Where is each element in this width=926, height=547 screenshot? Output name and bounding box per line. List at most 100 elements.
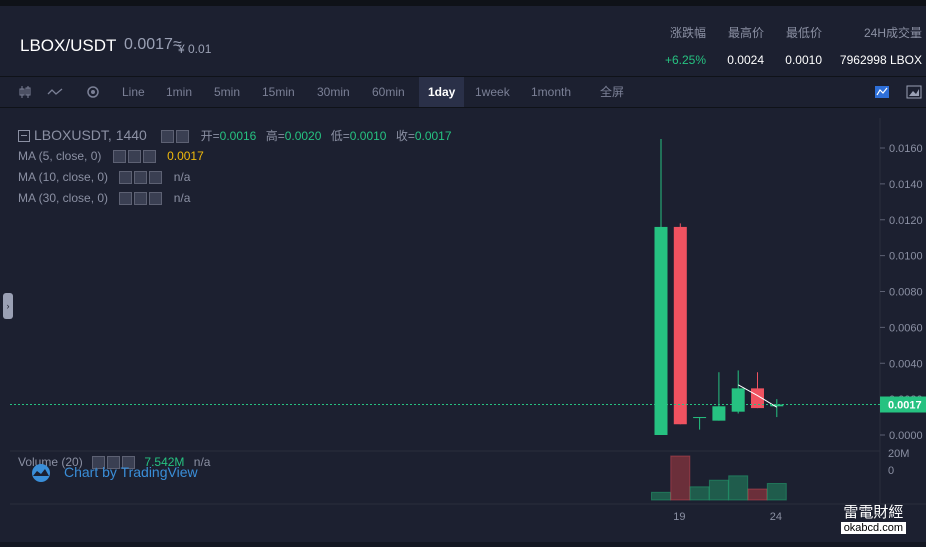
tradingview-logo-icon: [28, 464, 54, 483]
low-value: 0.0010: [785, 53, 822, 67]
candle-up: [712, 406, 726, 421]
volume-bar-up: [708, 479, 729, 501]
last-price: 0.0017≈: [124, 36, 182, 53]
close-icon[interactable]: [149, 192, 163, 206]
high-label: 最高价: [727, 26, 764, 40]
settings-icon[interactable]: [86, 77, 100, 107]
y-tick-label: 0.0160: [889, 143, 923, 155]
interval-15min[interactable]: 15min: [262, 77, 295, 107]
ma10-value: n/a: [173, 170, 191, 184]
change-value: +6.25%: [664, 53, 706, 67]
gear-icon[interactable]: [134, 192, 148, 206]
volume-bar-up: [766, 483, 787, 501]
collapse-icon[interactable]: [18, 130, 30, 143]
high-label-legend: 高=: [265, 129, 285, 143]
candle-down: [673, 226, 687, 425]
y-tick-label: 0.0040: [889, 358, 923, 370]
ma30-legend: MA (30, close, 0) n/a: [18, 191, 191, 206]
time-axis: 19 24: [673, 511, 782, 523]
last-price-line: 0.0017: [10, 396, 926, 413]
eye-icon[interactable]: [160, 129, 174, 143]
chart-toolbar: Line 1min 5min 15min 30min 60min 1day 1w…: [0, 77, 926, 108]
open-label: 开=: [200, 129, 220, 143]
volume-label: 24H成交量: [863, 26, 922, 40]
line-chart-icon[interactable]: [47, 77, 63, 107]
eye-icon[interactable]: [119, 192, 133, 206]
symbol-label: LBOXUSDT, 1440: [34, 127, 147, 143]
volume-bar-down: [747, 488, 768, 501]
candlestick-icon[interactable]: [18, 77, 32, 107]
interval-5min[interactable]: 5min: [214, 77, 240, 107]
x-tick-label: 24: [770, 511, 782, 523]
low-stat: 最低价 0.0010: [780, 24, 822, 67]
high-stat: 最高价 0.0024: [722, 24, 764, 67]
watermark-domain: okabcd.com: [840, 522, 906, 534]
y-tick-label: 0.0060: [889, 322, 923, 334]
gear-icon[interactable]: [127, 150, 141, 164]
cny-price: ¥ 0.01: [178, 42, 212, 56]
ma5-label: MA (5, close, 0): [18, 149, 102, 163]
x-tick-label: 19: [673, 511, 685, 523]
watermark: 雷電財經 okabcd.com: [840, 501, 906, 534]
ma10-legend: MA (10, close, 0) n/a: [18, 170, 191, 185]
low-value-legend: 0.0010: [349, 129, 387, 143]
watermark-text: 雷電財經: [843, 504, 904, 521]
change-label: 涨跌幅: [669, 26, 706, 40]
candle-up: [693, 417, 707, 419]
low-label: 最低价: [785, 26, 822, 40]
candles: [654, 139, 784, 435]
gear-icon[interactable]: [175, 129, 189, 143]
low-label-legend: 低=: [330, 129, 350, 143]
interval-1min[interactable]: 1min: [166, 77, 192, 107]
pair-title: LBOX/USDT: [20, 36, 117, 55]
symbol-legend: LBOXUSDT, 1440 开=0.0016 高=0.0020 低=0.001…: [18, 127, 452, 144]
volume-axis-20m: 20M: [888, 448, 909, 460]
last-price-tag-label: 0.0017: [888, 400, 922, 412]
expand-sidebar-button[interactable]: ›: [3, 293, 13, 319]
interval-1day[interactable]: 1day: [419, 77, 465, 107]
chart-area[interactable]: 0.0160 0.0140 0.0120 0.0100 0.0080 0.0060 0.00…: [0, 108, 926, 542]
high-value-legend: 0.0020: [284, 129, 322, 143]
ma30-value: n/a: [173, 191, 191, 205]
volume-bar-up: [689, 486, 710, 501]
close-value: 0.0017: [414, 129, 452, 143]
high-value: 0.0024: [727, 53, 764, 67]
y-tick-label: 0.0080: [889, 287, 923, 299]
y-tick-label: 0.0000: [889, 430, 923, 442]
open-value: 0.0016: [219, 129, 257, 143]
tradingview-branding[interactable]: Chart by TradingView: [28, 464, 198, 483]
ma5-legend: MA (5, close, 0) 0.0017: [18, 149, 204, 164]
volume-bar-up: [728, 475, 749, 501]
volume-value: 7962998 LBOX: [839, 53, 922, 67]
ma10-label: MA (10, close, 0): [18, 170, 109, 184]
interval-1month[interactable]: 1month: [531, 77, 571, 107]
y-tick-label: 0.0120: [889, 215, 923, 227]
candle-up: [731, 388, 745, 412]
change-stat: 涨跌幅 +6.25%: [662, 24, 706, 67]
ma5-value: 0.0017: [167, 149, 204, 163]
close-label: 收=: [395, 129, 415, 143]
volume-bar-down: [670, 455, 691, 501]
eye-icon[interactable]: [112, 150, 126, 164]
chart-type-icon[interactable]: [906, 77, 922, 107]
close-icon[interactable]: [142, 150, 156, 164]
interval-line[interactable]: Line: [122, 77, 145, 107]
volume-bar-up: [651, 491, 671, 501]
y-tick-label: 0.0100: [889, 251, 923, 263]
volume-stat: 24H成交量 7962998 LBOX: [832, 24, 922, 67]
candle-up: [654, 226, 668, 435]
gear-icon[interactable]: [134, 171, 148, 185]
volume-axis-zero: 0: [888, 465, 894, 477]
interval-60min[interactable]: 60min: [372, 77, 405, 107]
interval-1week[interactable]: 1week: [475, 77, 510, 107]
y-tick-label: 0.0140: [889, 179, 923, 191]
tradingview-label: Chart by TradingView: [64, 464, 198, 480]
volume-bars: [651, 455, 787, 501]
ticker-header: LBOX/USDT 0.0017≈ ¥ 0.01 涨跌幅 +6.25% 最高价 …: [0, 6, 926, 77]
indicator-icon[interactable]: [874, 77, 890, 107]
close-icon[interactable]: [149, 171, 163, 185]
fullscreen-button[interactable]: 全屏: [600, 77, 624, 107]
interval-30min[interactable]: 30min: [317, 77, 350, 107]
ma30-label: MA (30, close, 0): [18, 191, 109, 205]
eye-icon[interactable]: [119, 171, 133, 185]
